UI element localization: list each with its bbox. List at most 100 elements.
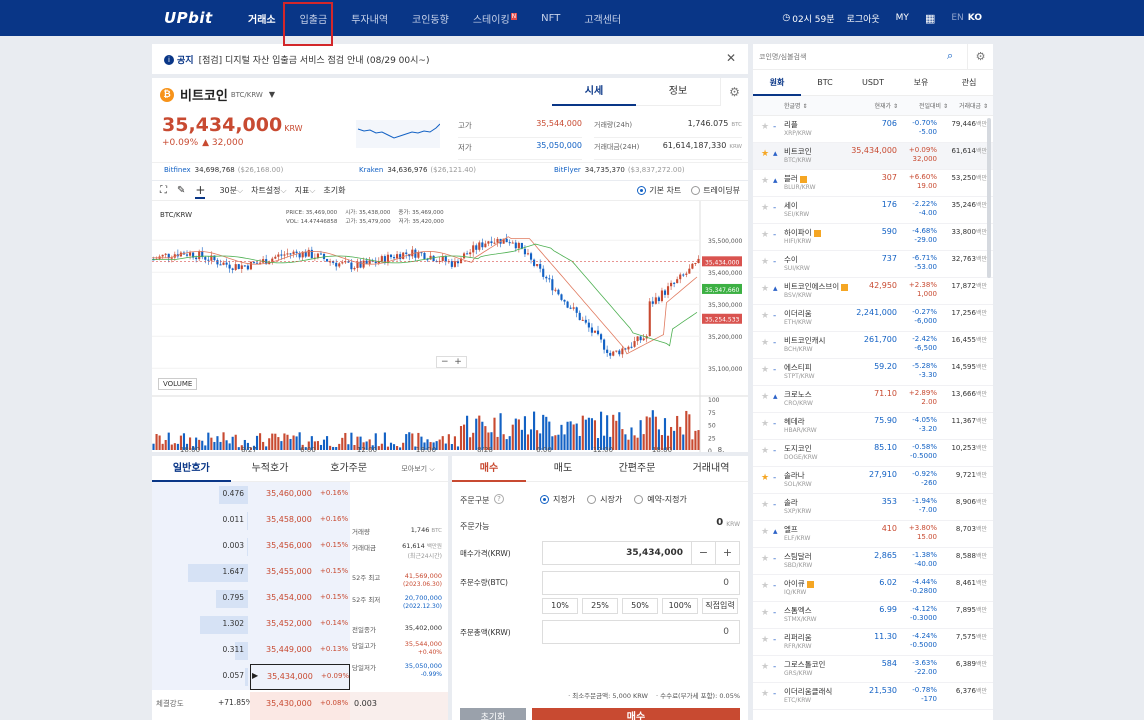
star-icon[interactable]: ★ <box>761 203 769 213</box>
star-icon[interactable]: ★ <box>761 122 769 132</box>
market-row[interactable]: ★ - 그로스톨코인 GRS/KRW 584 -3.63% -22.00 6,389백만 <box>753 656 993 683</box>
exchange-name[interactable]: Kraken <box>359 166 383 174</box>
market-header-3[interactable]: 거래대금 ⇕ <box>948 101 988 110</box>
percent-button-0[interactable]: 10% <box>542 598 578 614</box>
star-icon[interactable]: ★ <box>761 527 769 537</box>
star-icon[interactable]: ★ <box>761 311 769 321</box>
chevron-down-icon[interactable]: ▼ <box>269 90 275 99</box>
nav-item-5[interactable]: NFT <box>541 13 560 24</box>
market-row[interactable]: ★ - 리플 XRP/KRW 706 -0.70% -5.00 79,446백만 <box>753 116 993 143</box>
market-row[interactable]: ★ - 스팀달러 SBD/KRW 2,865 -1.38% -40.00 8,588백만 <box>753 548 993 575</box>
notice-bar[interactable]: i 공지 [점검] 디지털 자산 입출금 서비스 점검 안내 (08/29 00… <box>152 44 748 74</box>
market-header-0[interactable]: 한글명 ⇕ <box>784 101 854 110</box>
fullscreen-icon[interactable]: ⛶ <box>160 185 167 196</box>
order-tab-2[interactable]: 간편주문 <box>600 456 674 482</box>
star-icon[interactable]: ★ <box>761 581 769 591</box>
market-row[interactable]: ★ - 솔라나 SOL/KRW 27,910 -0.92% -260 9,721백만 <box>753 467 993 494</box>
star-icon[interactable]: ★ <box>761 608 769 618</box>
star-icon[interactable]: ★ <box>761 662 769 672</box>
sidebar-scrollbar[interactable] <box>987 118 991 278</box>
buy-button[interactable]: 매수 <box>532 708 740 720</box>
radio-basic-chart[interactable] <box>637 186 647 195</box>
help-icon[interactable]: ? <box>494 494 504 504</box>
market-row[interactable]: ★ - 하이파이 HIFI/KRW 590 -4.68% -29.00 33,800백만 <box>753 224 993 251</box>
close-icon[interactable]: ✕ <box>726 51 736 65</box>
orderbook-tab-1[interactable]: 누적호가 <box>231 456 310 482</box>
orderbook-tab-2[interactable]: 호가주문 <box>309 456 388 482</box>
interval-select[interactable]: 30분 <box>219 185 237 196</box>
market-row[interactable]: ★ - 이더리움 ETH/KRW 2,241,000 -0.27% -6,000 17,256… <box>753 305 993 332</box>
ask-price-cell[interactable]: 35,454,000 +0.15% <box>250 586 350 612</box>
orderbook-row[interactable]: 0.476 35,460,000 +0.16% <box>152 482 448 509</box>
star-icon[interactable]: ★ <box>761 446 769 456</box>
market-row[interactable]: ★ - 헤데라 HBAR/KRW 75.90 -4.05% -3.20 11,367백만 <box>753 413 993 440</box>
star-icon[interactable]: ★ <box>761 365 769 375</box>
reset-button[interactable]: 초기화 <box>460 708 526 720</box>
star-icon[interactable]: ★ <box>761 473 769 483</box>
ask-price-cell[interactable]: 35,452,000 +0.14% <box>250 612 350 638</box>
my-link[interactable]: MY <box>896 13 909 23</box>
nav-item-4[interactable]: 스테이킹 N <box>473 11 518 26</box>
market-row[interactable]: ★ ▴ 비트코인 BTC/KRW 35,434,000 +0.09% 32,000 61,61… <box>753 143 993 170</box>
star-icon[interactable]: ★ <box>761 257 769 267</box>
market-row[interactable]: ★ - 수이 SUI/KRW 737 -6.71% -53.00 32,763백만 <box>753 251 993 278</box>
market-row[interactable]: ★ - 이더리움클래식 ETC/KRW 21,530 -0.78% -170 6,376백만 <box>753 683 993 710</box>
star-icon[interactable]: ★ <box>761 284 769 294</box>
nav-item-2[interactable]: 투자내역 <box>351 11 388 26</box>
market-header-2[interactable]: 전일대비 ⇕ <box>898 101 948 110</box>
gear-icon[interactable]: ⚙ <box>720 78 748 106</box>
ask-price-cell[interactable]: 35,434,000 +0.09% ▶ <box>250 664 350 690</box>
candlestick-chart[interactable]: 35,500,000 35,400,000 35,300,000 35,200,000… <box>152 201 748 452</box>
nav-item-0[interactable]: 거래소 <box>248 11 276 26</box>
tab-chart[interactable]: 시세 <box>552 78 636 106</box>
radio-tradingview[interactable] <box>691 186 701 195</box>
search-icon[interactable]: ⌕ <box>947 49 953 63</box>
total-input[interactable]: 0 <box>542 620 740 644</box>
market-row[interactable]: ★ - 에스티피 STPT/KRW 59.20 -5.28% -3.30 14,595백만 <box>753 359 993 386</box>
order-type-radio-0[interactable] <box>540 495 549 504</box>
qty-input[interactable]: 0 <box>542 571 740 595</box>
exchange-name[interactable]: Bitfinex <box>164 166 191 174</box>
ask-price-cell[interactable]: 35,449,000 +0.13% <box>250 638 350 664</box>
market-header-1[interactable]: 현재가 ⇕ <box>854 101 899 110</box>
exchange-name[interactable]: BitFlyer <box>554 166 581 174</box>
market-row[interactable]: ★ ▴ 비트코인에스브이 BSV/KRW 42,950 +2.38% 1,000 17,872… <box>753 278 993 305</box>
upbit-logo[interactable]: UPbit <box>164 9 213 27</box>
market-row[interactable]: ★ - 도지코인 DOGE/KRW 85.10 -0.58% -0.5000 10,253백만 <box>753 440 993 467</box>
indicators[interactable]: 지표 <box>295 185 310 196</box>
orderbook-row[interactable]: 0.311 35,449,000 +0.13% <box>152 638 448 665</box>
price-minus-button[interactable]: − <box>691 542 715 564</box>
ask-price-cell[interactable]: 35,455,000 +0.15% <box>250 560 350 586</box>
market-tab-3[interactable]: 보유 <box>897 70 945 96</box>
market-tab-2[interactable]: USDT <box>849 70 897 96</box>
star-icon[interactable]: ★ <box>761 635 769 645</box>
market-tab-0[interactable]: 원화 <box>753 70 801 96</box>
market-row[interactable]: ★ - 아이큐 IQ/KRW 6.02 -4.44% -0.2800 8,461백만 <box>753 575 993 602</box>
star-icon[interactable]: ★ <box>761 689 769 699</box>
ask-price-cell[interactable]: 35,456,000 +0.15% <box>250 534 350 560</box>
order-tab-1[interactable]: 매도 <box>526 456 600 482</box>
nav-item-6[interactable]: 고객센터 <box>584 11 621 26</box>
chart-reset[interactable]: 초기화 <box>323 185 345 196</box>
lang-ko[interactable]: KO <box>968 13 982 23</box>
orderbook-tab-0[interactable]: 일반호가 <box>152 456 231 482</box>
market-row[interactable]: ★ - 리퍼리움 RFR/KRW 11.30 -4.24% -0.5000 7,575백만 <box>753 629 993 656</box>
orderbook-view-select[interactable]: 모아보기 ⌵ <box>388 464 448 474</box>
percent-button-2[interactable]: 50% <box>622 598 658 614</box>
order-tab-0[interactable]: 매수 <box>452 456 526 482</box>
ask-price-cell[interactable]: 35,460,000 +0.16% <box>250 482 350 508</box>
market-row[interactable]: ★ - 스톰엑스 STMX/KRW 6.99 -4.12% -0.3000 7,895백만 <box>753 602 993 629</box>
star-icon[interactable]: ★ <box>761 338 769 348</box>
market-row[interactable]: ★ ▴ 크로노스 CRO/KRW 71.10 +2.89% 2.00 13,666백만 <box>753 386 993 413</box>
nav-item-3[interactable]: 코인동향 <box>412 11 449 26</box>
star-icon[interactable]: ★ <box>761 149 769 159</box>
market-tab-1[interactable]: BTC <box>801 70 849 96</box>
chart-settings[interactable]: 차트설정 <box>251 185 280 196</box>
sidebar-gear-icon[interactable]: ⚙ <box>967 44 993 70</box>
price-plus-button[interactable]: + <box>715 542 739 564</box>
percent-button-1[interactable]: 25% <box>582 598 618 614</box>
star-icon[interactable]: ★ <box>761 500 769 510</box>
orderbook-row[interactable]: 0.011 35,458,000 +0.16% <box>152 508 448 535</box>
percent-button-4[interactable]: 직접입력 <box>702 598 738 614</box>
bottom-price[interactable]: 35,430,000 <box>266 699 312 708</box>
